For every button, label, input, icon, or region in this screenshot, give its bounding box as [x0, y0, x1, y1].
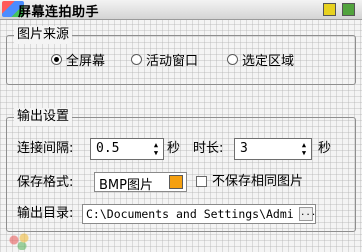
source-option-fullscreen[interactable]: 全屏幕: [51, 50, 105, 69]
source-option-active-window[interactable]: 活动窗口: [131, 50, 198, 69]
format-dropdown[interactable]: BMP图片: [94, 172, 187, 193]
source-option-label: 全屏幕: [66, 54, 106, 69]
interval-unit: 秒: [167, 141, 181, 156]
duration-spinner[interactable]: 3 ▲ ▼: [234, 138, 312, 160]
source-option-region[interactable]: 选定区域: [227, 50, 294, 69]
browse-button[interactable]: ...: [299, 207, 315, 221]
spin-arrows-icon[interactable]: ▲ ▼: [151, 141, 161, 157]
title-bar[interactable]: 屏幕连拍助手: [0, 0, 362, 20]
output-group-title: 输出设置: [14, 108, 73, 126]
interval-spinner[interactable]: 0.5 ▲ ▼: [90, 138, 164, 160]
watermark-logo: [2, 228, 38, 250]
duration-label: 时长:: [193, 141, 224, 156]
source-option-label: 活动窗口: [146, 54, 199, 69]
output-dir-value: C:\Documents and Settings\Admi: [86, 207, 294, 221]
minimize-button[interactable]: [323, 3, 336, 16]
source-group-title: 图片来源: [14, 26, 73, 44]
format-label: 保存格式:: [17, 175, 74, 190]
radio-selected-icon: [51, 54, 62, 65]
dir-label: 输出目录:: [17, 206, 74, 221]
no-duplicate-checkbox[interactable]: [196, 176, 207, 187]
output-dir-field[interactable]: C:\Documents and Settings\Admi ...: [82, 204, 316, 224]
radio-icon: [131, 54, 142, 65]
radio-icon: [227, 54, 238, 65]
interval-label: 连接间隔:: [17, 141, 74, 156]
interval-value: 0.5: [96, 141, 120, 156]
source-option-label: 选定区域: [242, 54, 295, 69]
no-duplicate-label: 不保存相同图片: [212, 174, 304, 189]
close-button[interactable]: [342, 3, 355, 16]
window-title: 屏幕连拍助手: [18, 5, 100, 20]
spin-arrows-icon[interactable]: ▲ ▼: [299, 141, 309, 157]
format-color-swatch: [169, 175, 183, 189]
duration-value: 3: [240, 141, 248, 156]
duration-unit: 秒: [318, 141, 332, 156]
format-value: BMP图片: [99, 178, 153, 193]
